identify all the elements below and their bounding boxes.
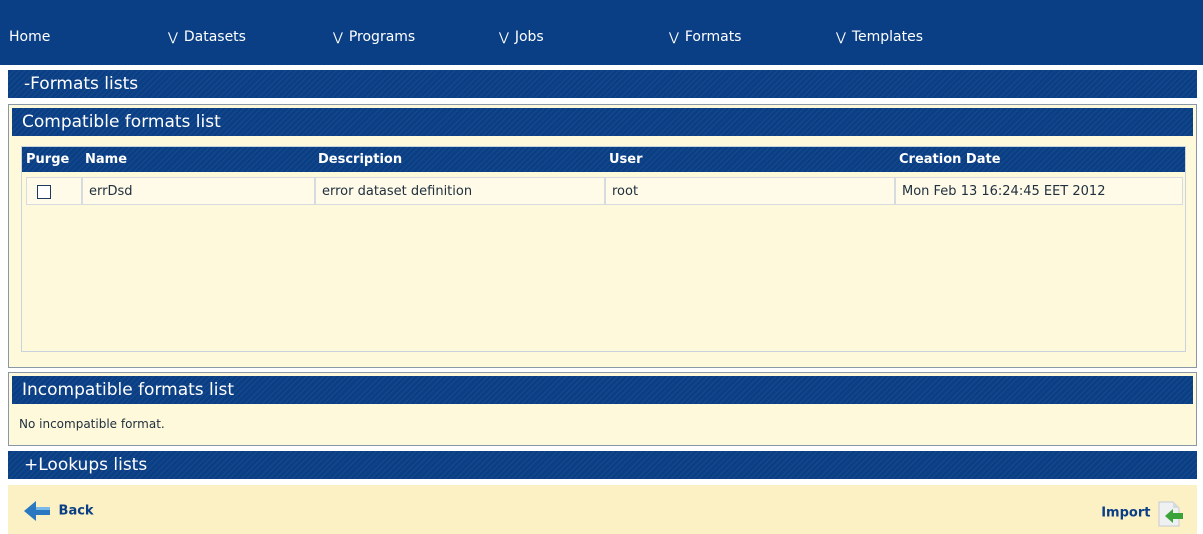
top-navigation-bar: Home ⋁ Datasets ⋁ Programs ⋁ Jobs ⋁ Formats … bbox=[0, 0, 1203, 65]
double-chevron-down-icon: ⋁ bbox=[168, 30, 178, 44]
nav-datasets-label: Datasets bbox=[183, 29, 246, 45]
column-header-creation-date[interactable]: Creation Date bbox=[899, 147, 1001, 172]
column-header-name[interactable]: Name bbox=[85, 147, 127, 172]
description-cell: error dataset definition bbox=[315, 177, 605, 205]
table-header-row: Purge Name Description User Creation Dat… bbox=[22, 147, 1185, 172]
double-chevron-down-icon: ⋁ bbox=[836, 30, 846, 44]
nav-programs-label: Programs bbox=[348, 29, 416, 45]
double-chevron-down-icon: ⋁ bbox=[333, 30, 343, 44]
column-header-user[interactable]: User bbox=[609, 147, 643, 172]
action-footer: Back Import bbox=[8, 485, 1197, 534]
import-button-label: Import bbox=[1101, 505, 1151, 521]
import-arrow-icon bbox=[1158, 501, 1183, 527]
back-button-label: Back bbox=[58, 503, 94, 519]
incompatible-formats-panel: Incompatible formats list No incompatibl… bbox=[8, 372, 1197, 446]
table-row[interactable]: errDsd error dataset definition root Mon… bbox=[26, 177, 1183, 205]
nav-home-link[interactable]: Home bbox=[9, 27, 50, 47]
nav-formats-label: Formats bbox=[684, 29, 742, 45]
user-cell: root bbox=[605, 177, 895, 205]
compatible-formats-panel: Compatible formats list Purge Name Descr… bbox=[8, 104, 1197, 368]
formats-lists-header[interactable]: -Formats lists bbox=[8, 70, 1197, 98]
nav-formats-menu[interactable]: ⋁ Formats bbox=[669, 27, 741, 47]
import-button[interactable]: Import bbox=[1101, 498, 1185, 528]
back-button[interactable]: Back bbox=[22, 498, 94, 528]
incompatible-formats-title: Incompatible formats list bbox=[12, 376, 1193, 404]
creation-date-cell: Mon Feb 13 16:24:45 EET 2012 bbox=[895, 177, 1183, 205]
column-header-description[interactable]: Description bbox=[318, 147, 402, 172]
no-incompatible-message: No incompatible format. bbox=[19, 417, 165, 431]
compatible-formats-table: Purge Name Description User Creation Dat… bbox=[21, 146, 1186, 352]
lookups-lists-header[interactable]: +Lookups lists bbox=[8, 451, 1197, 479]
nav-templates-menu[interactable]: ⋁ Templates bbox=[836, 27, 923, 47]
column-header-purge: Purge bbox=[26, 152, 70, 167]
nav-datasets-menu[interactable]: ⋁ Datasets bbox=[168, 27, 246, 47]
back-arrow-icon bbox=[24, 501, 50, 521]
nav-templates-label: Templates bbox=[851, 29, 924, 45]
name-cell[interactable]: errDsd bbox=[82, 177, 315, 205]
nav-programs-menu[interactable]: ⋁ Programs bbox=[333, 27, 415, 47]
nav-jobs-menu[interactable]: ⋁ Jobs bbox=[499, 27, 544, 47]
purge-checkbox[interactable] bbox=[37, 185, 51, 199]
purge-cell bbox=[26, 177, 82, 205]
double-chevron-down-icon: ⋁ bbox=[499, 30, 509, 44]
nav-jobs-label: Jobs bbox=[514, 29, 544, 45]
double-chevron-down-icon: ⋁ bbox=[669, 30, 679, 44]
compatible-formats-title: Compatible formats list bbox=[12, 108, 1193, 136]
